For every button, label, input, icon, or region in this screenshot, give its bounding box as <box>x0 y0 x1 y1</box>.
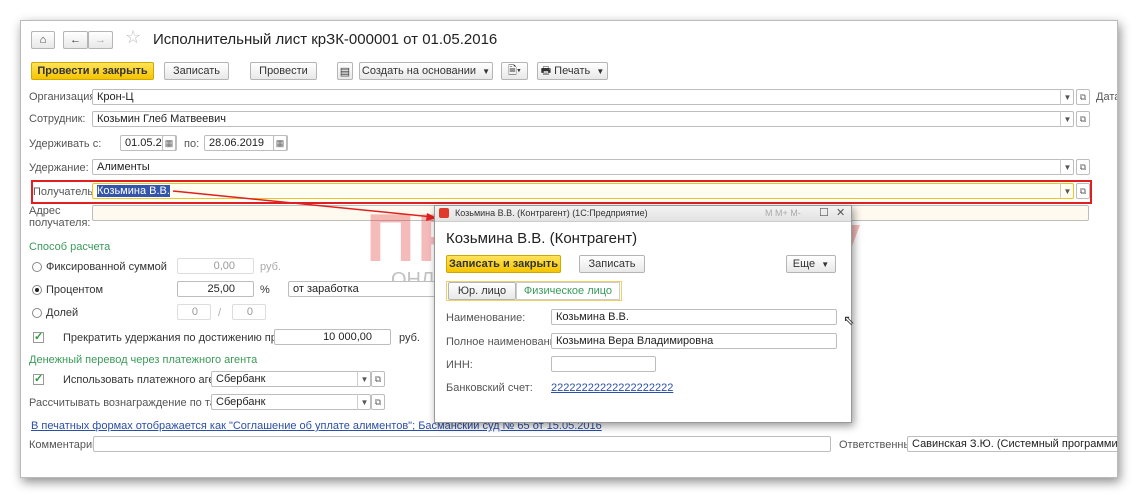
full-name-field[interactable]: Козьмина Вера Владимировна <box>551 333 837 349</box>
dialog-heading: Козьмина В.В. (Контрагент) <box>446 230 638 247</box>
type-tabs: Юр. лицо Физическое лицо <box>446 281 622 301</box>
tab-legal-entity[interactable]: Юр. лицо <box>448 282 516 300</box>
close-icon[interactable]: ✕ <box>836 206 845 219</box>
more-label: Еще <box>792 258 816 270</box>
bank-account-link[interactable]: 22222222222222222222 <box>551 382 673 394</box>
m-button[interactable]: M <box>765 208 773 218</box>
inn-field[interactable] <box>551 356 656 372</box>
arrow-line <box>172 190 434 218</box>
dialog-titlebar: Козьмина В.В. (Контрагент) (1С:Предприят… <box>435 206 851 222</box>
more-button[interactable]: Еще ▼ <box>786 255 836 273</box>
full-name-label: Полное наименование: <box>446 336 566 348</box>
memory-buttons[interactable]: M M+ M- <box>765 208 801 218</box>
document-window: ⌂ ← → ☆ Исполнительный лист крЗК-000001 … <box>20 20 1118 478</box>
dialog-save-button[interactable]: Записать <box>579 255 645 273</box>
maximize-icon[interactable]: ☐ <box>819 206 829 219</box>
m-minus-button[interactable]: M- <box>790 208 801 218</box>
name-field[interactable]: Козьмина В.В. <box>551 309 837 325</box>
m-plus-button[interactable]: M+ <box>775 208 788 218</box>
save-close-button[interactable]: Записать и закрыть <box>446 255 561 273</box>
chevron-down-icon: ▼ <box>821 259 830 269</box>
app-icon <box>439 208 449 218</box>
inn-label: ИНН: <box>446 359 473 371</box>
bank-account-label: Банковский счет: <box>446 382 533 394</box>
counterparty-dialog: Козьмина В.В. (Контрагент) (1С:Предприят… <box>434 205 852 423</box>
mouse-cursor-icon: ⇖ <box>843 312 855 328</box>
tab-individual[interactable]: Физическое лицо <box>516 282 620 300</box>
name-label: Наименование: <box>446 312 526 324</box>
dialog-window-title: Козьмина В.В. (Контрагент) (1С:Предприят… <box>455 208 648 218</box>
